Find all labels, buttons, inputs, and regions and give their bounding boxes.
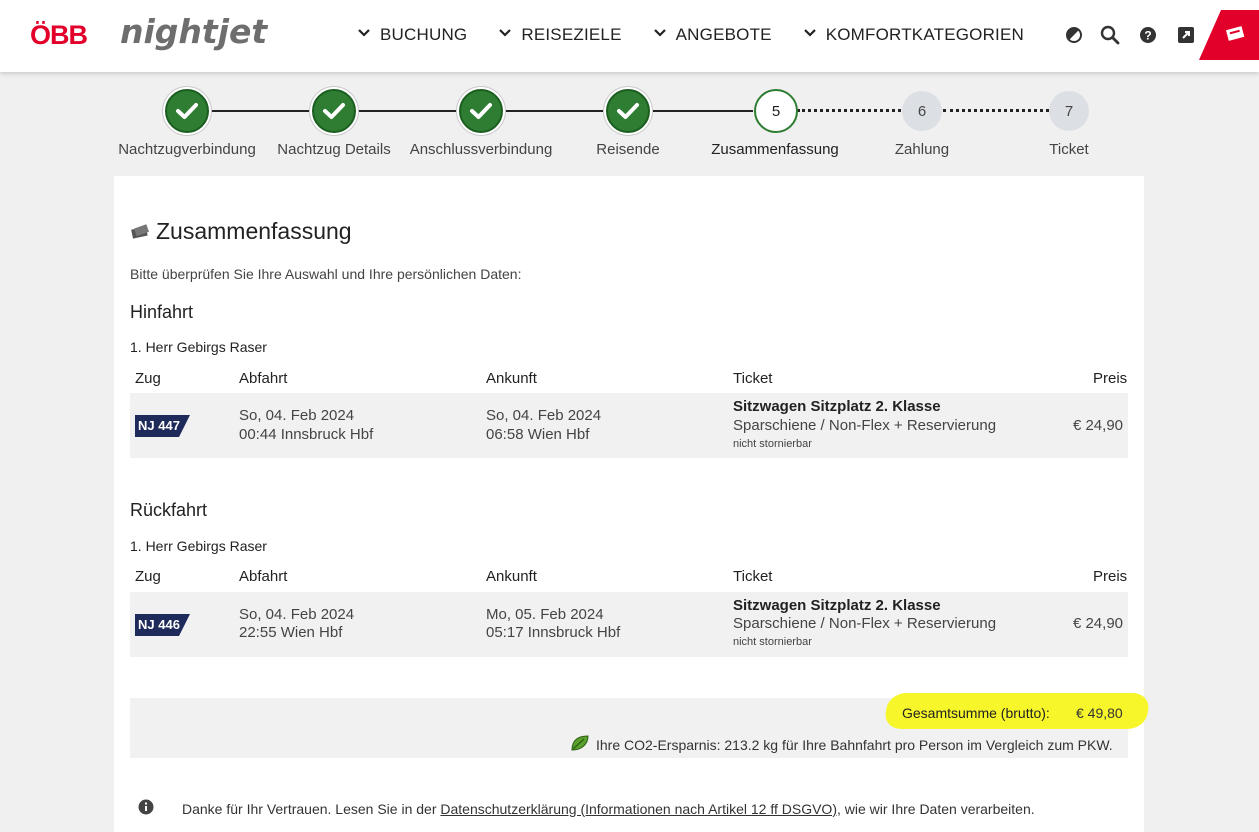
check-icon bbox=[470, 103, 492, 119]
contrast-icon[interactable] bbox=[1064, 25, 1084, 45]
return-passenger: 1. Herr Gebirgs Raser bbox=[130, 538, 267, 554]
col-ankunft: Ankunft bbox=[486, 370, 537, 387]
co2-text: Ihre CO2-Ersparnis: 213.2 kg für Ihre Ba… bbox=[596, 736, 1113, 753]
svg-text:?: ? bbox=[1144, 29, 1151, 43]
step-7-todo: 7 bbox=[1049, 91, 1089, 131]
page-title: Zusammenfassung bbox=[130, 218, 352, 245]
price: € 24,90 bbox=[1072, 417, 1123, 434]
chevron-down-icon bbox=[499, 28, 512, 38]
ticket-note: nicht stornierbar bbox=[733, 636, 812, 648]
privacy-text-pre: Danke für Ihr Vertrauen. Lesen Sie in de… bbox=[182, 800, 437, 817]
search-icon[interactable] bbox=[1100, 25, 1120, 45]
step-label: Ticket bbox=[1049, 141, 1089, 158]
col-abfahrt: Abfahrt bbox=[239, 370, 288, 387]
main-nav: BUCHUNG REISEZIELE ANGEBOTE KOMFORTKATEG… bbox=[358, 25, 1056, 45]
return-heading: Rückfahrt bbox=[130, 500, 208, 520]
privacy-text-post: , wie wir Ihre Daten verarbeiten. bbox=[836, 800, 1035, 817]
chevron-down-icon bbox=[358, 28, 370, 38]
title-text: Zusammenfassung bbox=[156, 218, 352, 244]
col-ticket: Ticket bbox=[733, 568, 773, 585]
dep-time-station: 22:55 Wien Hbf bbox=[239, 624, 343, 641]
col-zug: Zug bbox=[135, 568, 161, 585]
col-zug: Zug bbox=[135, 370, 161, 387]
privacy-policy-link[interactable]: Datenschutzerklärung (Informationen nach… bbox=[440, 801, 837, 817]
total-value: € 49,80 bbox=[1076, 705, 1123, 721]
nav-label: KOMFORTKATEGORIEN bbox=[825, 25, 1024, 44]
nav-buchung[interactable]: BUCHUNG bbox=[358, 25, 467, 45]
step-1-done[interactable] bbox=[165, 89, 209, 133]
step-6-todo: 6 bbox=[902, 91, 942, 131]
step-5-current: 5 bbox=[754, 89, 798, 133]
train-number: NJ 446 bbox=[138, 617, 180, 632]
step-label: Zahlung bbox=[894, 141, 950, 158]
check-icon bbox=[176, 103, 198, 119]
step-connector bbox=[649, 110, 753, 112]
outbound-passenger: 1. Herr Gebirgs Raser bbox=[130, 339, 267, 355]
arr-time-station: 05:17 Innsbruck Hbf bbox=[486, 624, 621, 641]
ticket-icon bbox=[130, 218, 150, 245]
step-label[interactable]: Nachtzug Details bbox=[277, 141, 390, 158]
site-header: ÖBB nightjet BUCHUNG REISEZIELE ANGEBOTE… bbox=[0, 0, 1259, 72]
train-number: NJ 447 bbox=[138, 418, 180, 433]
ticket-type: Sitzwagen Sitzplatz 2. Klasse bbox=[733, 398, 941, 415]
step-connector bbox=[943, 109, 1049, 112]
check-icon bbox=[617, 103, 639, 119]
step-label[interactable]: Anschlussverbindung bbox=[410, 141, 553, 158]
outbound-heading: Hinfahrt bbox=[130, 302, 194, 322]
chevron-down-icon bbox=[803, 28, 816, 38]
nightjet-logo[interactable]: nightjet bbox=[120, 12, 267, 51]
ticket-type: Sitzwagen Sitzplatz 2. Klasse bbox=[733, 597, 941, 614]
step-connector bbox=[797, 109, 901, 112]
intro-text: Bitte überprüfen Sie Ihre Auswahl und Ih… bbox=[130, 266, 522, 282]
nav-reiseziele[interactable]: REISEZIELE bbox=[499, 25, 621, 45]
co2-savings: Ihre CO2-Ersparnis: 213.2 kg für Ihre Ba… bbox=[570, 734, 1113, 755]
nav-komfortkategorien[interactable]: KOMFORTKATEGORIEN bbox=[803, 25, 1024, 45]
step-2-done[interactable] bbox=[312, 89, 356, 133]
nav-angebote[interactable]: ANGEBOTE bbox=[653, 25, 772, 45]
help-icon[interactable]: ? bbox=[1138, 25, 1158, 45]
ticket-note: nicht stornierbar bbox=[733, 438, 812, 450]
privacy-note: Danke für Ihr Vertrauen. Lesen Sie in de… bbox=[138, 799, 1035, 818]
col-ankunft: Ankunft bbox=[486, 568, 537, 585]
col-preis: Preis bbox=[1093, 370, 1128, 387]
col-abfahrt: Abfahrt bbox=[239, 568, 288, 585]
info-icon bbox=[138, 799, 154, 818]
train-badge: NJ 446 bbox=[135, 614, 190, 636]
ticket-icon[interactable] bbox=[1199, 10, 1259, 60]
ticket-tariff: Sparschiene / Non-Flex + Reservierung bbox=[733, 417, 997, 434]
dep-date: So, 04. Feb 2024 bbox=[239, 606, 355, 623]
arr-date: So, 04. Feb 2024 bbox=[486, 407, 602, 424]
step-label-current: Zusammenfassung bbox=[711, 141, 839, 158]
nav-label: REISEZIELE bbox=[521, 25, 622, 44]
external-link-icon[interactable] bbox=[1176, 25, 1196, 45]
obb-logo[interactable]: ÖBB bbox=[30, 20, 88, 51]
dep-date: So, 04. Feb 2024 bbox=[239, 407, 355, 424]
col-ticket: Ticket bbox=[733, 370, 773, 387]
train-badge: NJ 447 bbox=[135, 415, 190, 437]
col-preis: Preis bbox=[1093, 568, 1128, 585]
dep-time-station: 00:44 Innsbruck Hbf bbox=[239, 426, 374, 443]
chevron-down-icon bbox=[653, 28, 666, 38]
ticket-tariff: Sparschiene / Non-Flex + Reservierung bbox=[733, 615, 997, 632]
step-4-done[interactable] bbox=[606, 89, 650, 133]
step-connector bbox=[502, 110, 606, 112]
nav-label: BUCHUNG bbox=[380, 25, 468, 44]
nav-label: ANGEBOTE bbox=[675, 25, 772, 44]
step-3-done[interactable] bbox=[459, 89, 503, 133]
arr-time-station: 06:58 Wien Hbf bbox=[486, 426, 590, 443]
total-label: Gesamtsumme (brutto): bbox=[902, 705, 1050, 721]
step-label[interactable]: Nachtzugverbindung bbox=[118, 141, 256, 158]
price: € 24,90 bbox=[1072, 615, 1123, 632]
step-label[interactable]: Reisende bbox=[596, 141, 659, 158]
step-connector bbox=[355, 110, 459, 112]
step-connector bbox=[208, 110, 312, 112]
check-icon bbox=[323, 103, 345, 119]
leaf-icon bbox=[570, 734, 590, 755]
arr-date: Mo, 05. Feb 2024 bbox=[486, 606, 604, 623]
